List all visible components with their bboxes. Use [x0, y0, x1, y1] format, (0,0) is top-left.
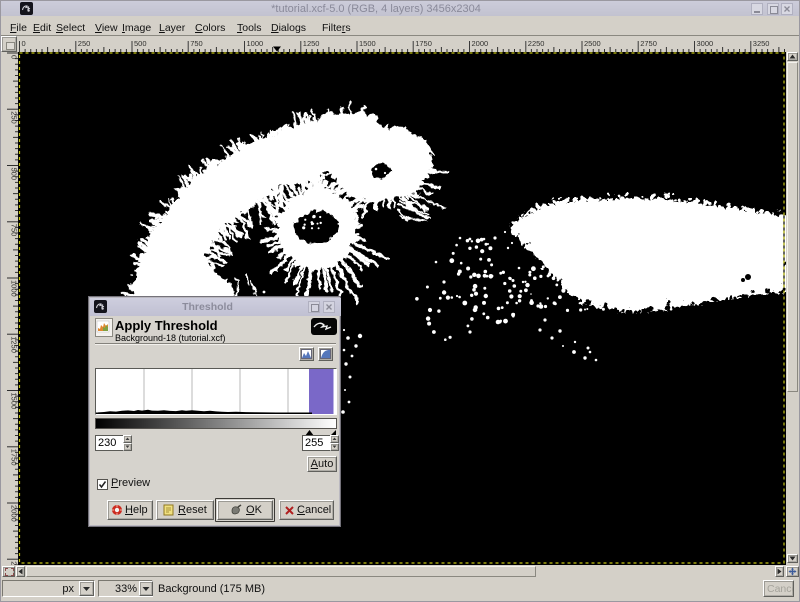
- svg-text:1000: 1000: [247, 39, 264, 48]
- svg-text:1750: 1750: [415, 39, 432, 48]
- svg-text:500: 500: [10, 168, 19, 181]
- svg-text:2750: 2750: [640, 39, 657, 48]
- svg-text:0: 0: [22, 39, 26, 48]
- svg-text:1500: 1500: [10, 393, 19, 410]
- svg-text:1500: 1500: [359, 39, 376, 48]
- svg-text:2250: 2250: [528, 39, 545, 48]
- svg-text:1250: 1250: [303, 39, 320, 48]
- svg-text:250: 250: [10, 111, 19, 124]
- svg-text:1250: 1250: [10, 336, 19, 353]
- svg-text:750: 750: [190, 39, 203, 48]
- svg-text:500: 500: [134, 39, 147, 48]
- svg-text:250: 250: [78, 39, 91, 48]
- svg-text:2000: 2000: [472, 39, 489, 48]
- svg-text:3000: 3000: [697, 39, 714, 48]
- svg-text:1750: 1750: [10, 449, 19, 466]
- svg-text:750: 750: [10, 224, 19, 237]
- svg-text:3250: 3250: [753, 39, 770, 48]
- svg-text:1000: 1000: [10, 280, 19, 297]
- svg-text:2000: 2000: [10, 505, 19, 522]
- svg-text:0: 0: [10, 55, 19, 59]
- svg-text:2500: 2500: [584, 39, 601, 48]
